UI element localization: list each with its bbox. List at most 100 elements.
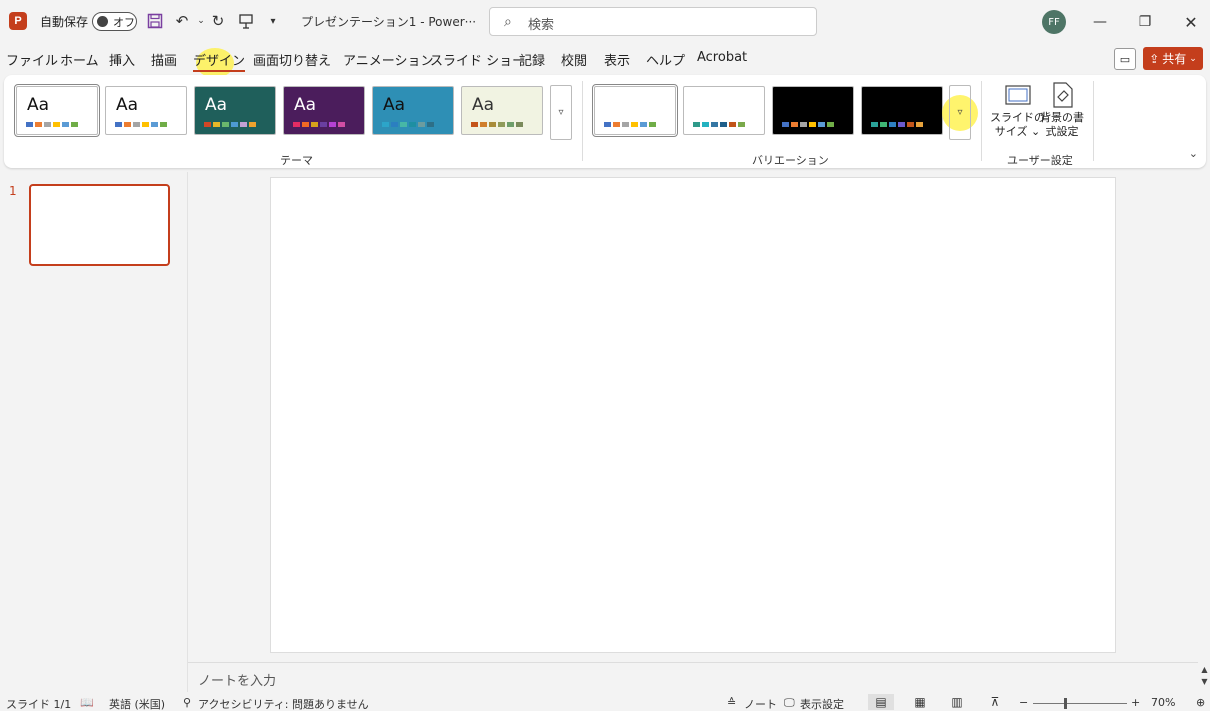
theme-thumbnail[interactable]: Aa bbox=[14, 84, 100, 137]
scrollbar[interactable]: ▲ ▼ bbox=[1199, 664, 1210, 692]
tab-transitions[interactable]: 画面切り替え bbox=[253, 50, 331, 69]
tab-home[interactable]: ホーム bbox=[60, 50, 99, 69]
autosave-toggle[interactable]: オフ bbox=[92, 12, 137, 31]
theme-thumbnail[interactable]: Aa bbox=[194, 86, 276, 135]
color-swatch bbox=[391, 122, 398, 127]
search-icon: ⌕ bbox=[504, 14, 512, 30]
variations-more-icon[interactable]: ▿ bbox=[949, 85, 971, 140]
variation-thumbnail[interactable] bbox=[683, 86, 765, 135]
color-swatch bbox=[809, 122, 816, 127]
color-swatch bbox=[693, 122, 700, 127]
normal-view-icon[interactable]: ▤ bbox=[868, 694, 894, 710]
slideshow-view-icon[interactable]: ⊼ bbox=[982, 694, 1008, 710]
color-swatch bbox=[818, 122, 825, 127]
zoom-out-button[interactable]: − bbox=[1019, 696, 1028, 709]
color-swatch bbox=[133, 122, 140, 127]
display-settings[interactable]: 表示設定 bbox=[800, 696, 844, 711]
status-bar: スライド 1/1 📖 英語 (米国) ⚲ アクセシビリティ: 問題ありません ≙… bbox=[0, 693, 1210, 711]
tab-review[interactable]: 校閲 bbox=[561, 50, 587, 69]
accessibility-icon: ⚲ bbox=[183, 696, 192, 709]
color-swatch bbox=[471, 122, 478, 127]
search-box[interactable]: ⌕ 検索 bbox=[489, 7, 817, 36]
user-avatar[interactable]: FF bbox=[1042, 10, 1066, 34]
color-swatch bbox=[480, 122, 487, 127]
color-swatch bbox=[498, 122, 505, 127]
notes-toggle[interactable]: ノート bbox=[744, 696, 777, 711]
slide-sorter-icon[interactable]: ▦ bbox=[907, 694, 933, 710]
color-swatch bbox=[916, 122, 923, 127]
color-swatch bbox=[311, 122, 318, 127]
reading-view-icon[interactable]: ▥ bbox=[944, 694, 970, 710]
slide-canvas[interactable] bbox=[270, 177, 1116, 653]
tab-help[interactable]: ヘルプ bbox=[646, 50, 685, 69]
color-swatch bbox=[427, 122, 434, 127]
fit-to-window-icon[interactable]: ⊕ bbox=[1196, 696, 1205, 709]
tab-record[interactable]: 記録 bbox=[519, 50, 545, 69]
zoom-level[interactable]: 70% bbox=[1151, 696, 1175, 709]
color-swatch bbox=[782, 122, 789, 127]
variations-group-label: バリエーション bbox=[752, 154, 829, 167]
color-swatch bbox=[293, 122, 300, 127]
zoom-slider-thumb[interactable] bbox=[1064, 698, 1067, 709]
theme-thumbnail[interactable]: Aa bbox=[283, 86, 365, 135]
color-swatch bbox=[151, 122, 158, 127]
color-swatch bbox=[507, 122, 514, 127]
zoom-slider[interactable] bbox=[1033, 703, 1127, 704]
slide-thumbnail[interactable] bbox=[29, 184, 170, 266]
undo-icon[interactable]: ↶ bbox=[172, 11, 192, 31]
themes-more-icon[interactable]: ▿ bbox=[550, 85, 572, 140]
color-swatch bbox=[329, 122, 336, 127]
color-swatch bbox=[711, 122, 718, 127]
redo-icon[interactable]: ↻ bbox=[208, 11, 228, 31]
notes-placeholder: ノートを入力 bbox=[198, 674, 277, 689]
tab-draw[interactable]: 描画 bbox=[151, 50, 177, 69]
customize-group-label: ユーザー設定 bbox=[1007, 154, 1073, 167]
spellcheck-icon[interactable]: 📖 bbox=[80, 696, 94, 709]
tab-design[interactable]: デザイン bbox=[193, 50, 246, 72]
color-swatches bbox=[871, 122, 923, 127]
color-swatch bbox=[738, 122, 745, 127]
variation-thumbnail[interactable] bbox=[592, 84, 678, 137]
scroll-down-icon[interactable]: ▼ bbox=[1199, 676, 1210, 688]
comment-icon[interactable]: ▭ bbox=[1114, 48, 1136, 70]
color-swatch bbox=[827, 122, 834, 127]
tab-file[interactable]: ファイル bbox=[6, 50, 58, 69]
color-swatch bbox=[26, 122, 33, 127]
pane-divider bbox=[187, 172, 188, 692]
variation-thumbnail[interactable] bbox=[861, 86, 943, 135]
language-status[interactable]: 英語 (米国) bbox=[109, 696, 165, 711]
present-icon[interactable] bbox=[236, 11, 256, 31]
format-background-button[interactable]: 背景の書 式設定 bbox=[1040, 81, 1084, 139]
format-background-label: 式設定 bbox=[1045, 125, 1079, 138]
slide-size-button[interactable]: スライドの サイズ ⌄ bbox=[990, 81, 1045, 139]
scroll-up-icon[interactable]: ▲ bbox=[1199, 664, 1210, 676]
collapse-ribbon-icon[interactable]: ⌄ bbox=[1189, 147, 1198, 160]
zoom-in-button[interactable]: + bbox=[1131, 696, 1140, 709]
title-bar: P 自動保存 オフ ↶ ⌄ ↻ ▾ プレゼンテーション1 - Power··· … bbox=[0, 0, 1210, 44]
tab-slideshow[interactable]: スライド ショー bbox=[430, 50, 525, 69]
theme-thumbnail[interactable]: Aa bbox=[461, 86, 543, 135]
display-settings-icon[interactable]: 🖵 bbox=[784, 696, 795, 710]
tab-view[interactable]: 表示 bbox=[604, 50, 630, 69]
tab-animations[interactable]: アニメーション bbox=[343, 50, 433, 69]
variation-thumbnail[interactable] bbox=[772, 86, 854, 135]
toggle-knob-icon bbox=[97, 16, 108, 27]
customize-qat-icon[interactable]: ▾ bbox=[263, 11, 283, 31]
slide-size-icon bbox=[1004, 81, 1032, 109]
notes-toggle-icon[interactable]: ≙ bbox=[727, 696, 736, 709]
restore-icon[interactable]: ❐ bbox=[1131, 8, 1159, 36]
close-icon[interactable]: ✕ bbox=[1177, 8, 1205, 36]
share-button[interactable]: ⇪ 共有 ⌄ bbox=[1143, 47, 1203, 70]
tab-acrobat[interactable]: Acrobat bbox=[697, 50, 747, 65]
autosave-label: 自動保存 bbox=[40, 15, 89, 29]
notes-pane[interactable]: ノートを入力 bbox=[188, 662, 1198, 692]
tab-insert[interactable]: 挿入 bbox=[109, 50, 135, 69]
document-title: プレゼンテーション1 - Power··· bbox=[301, 15, 477, 29]
theme-thumbnail[interactable]: Aa bbox=[105, 86, 187, 135]
minimize-icon[interactable]: — bbox=[1086, 8, 1114, 36]
theme-thumbnail[interactable]: Aa bbox=[372, 86, 454, 135]
save-icon[interactable] bbox=[145, 11, 165, 31]
theme-sample-text: Aa bbox=[294, 95, 317, 115]
accessibility-status[interactable]: アクセシビリティ: 問題ありません bbox=[198, 696, 369, 711]
color-swatch bbox=[320, 122, 327, 127]
